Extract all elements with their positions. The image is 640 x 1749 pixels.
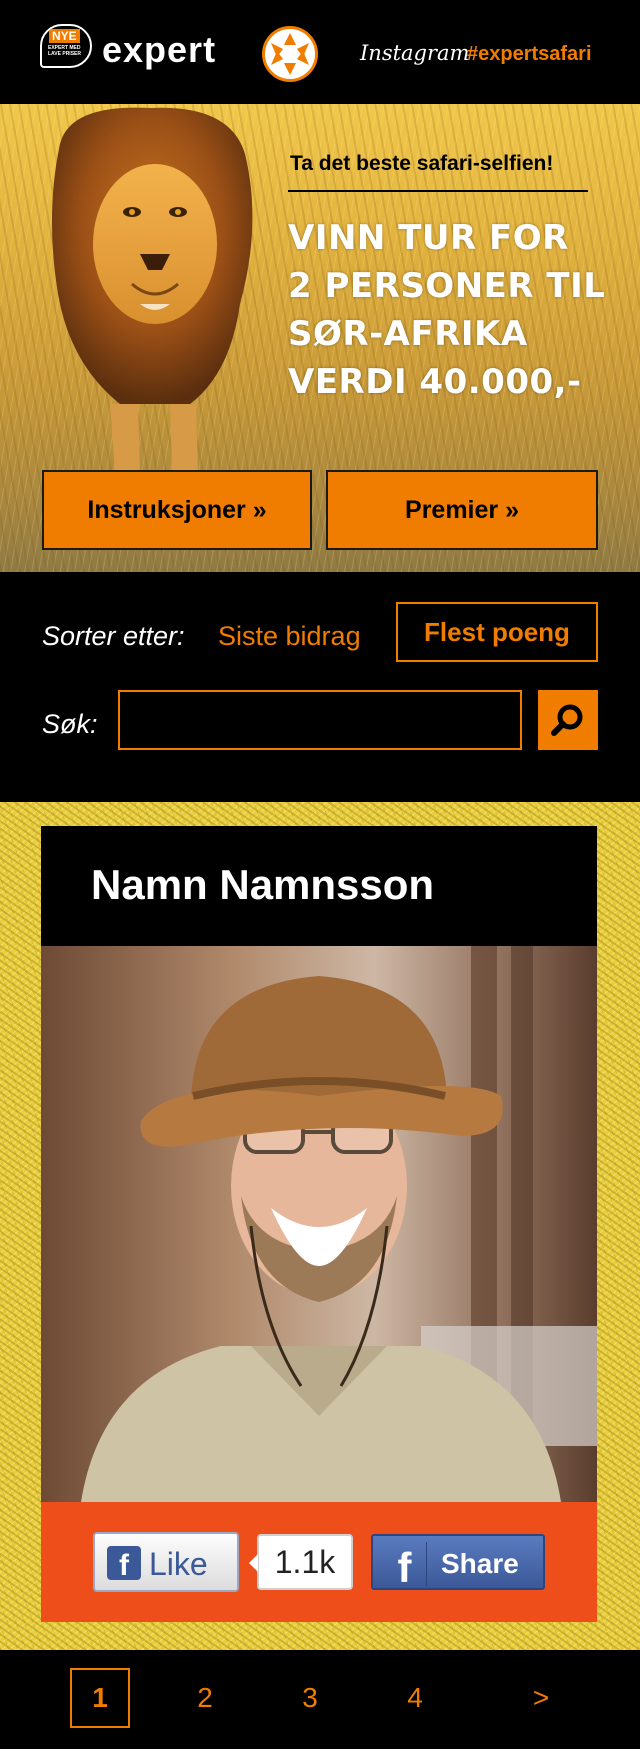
sort-most-points-option[interactable]: Flest poeng <box>396 602 598 662</box>
facebook-share-button[interactable]: f Share <box>371 1534 545 1591</box>
sort-label: Sorter etter: <box>42 621 185 651</box>
entry-author-name: Namn Namnsson <box>91 861 435 908</box>
share-label: Share <box>441 1548 519 1579</box>
entries-section: Namn Namnsson f Like 1.1k f Share <box>0 802 640 1650</box>
hero-banner: Ta det beste safari-selfien! VINN TUR FO… <box>0 104 640 572</box>
instructions-button[interactable]: Instruksjoner » <box>42 470 312 550</box>
search-button[interactable] <box>538 690 598 750</box>
social-share-bar: f Like 1.1k f Share <box>41 1502 597 1622</box>
prizes-button[interactable]: Premier » <box>326 470 598 550</box>
search-label: Søk: <box>42 709 98 739</box>
headline-line-3: SØR-AFRIKA <box>288 314 528 354</box>
page-3[interactable]: 3 <box>280 1668 340 1728</box>
entry-photo[interactable] <box>41 946 597 1502</box>
search-icon <box>551 704 583 736</box>
next-page-link[interactable]: > <box>511 1668 571 1728</box>
nye-badge: NYE EXPERT MED LAVE PRISER <box>40 24 92 68</box>
badge-tagline: EXPERT MED LAVE PRISER <box>48 45 81 57</box>
pagination: 1 2 3 4 > <box>0 1650 640 1749</box>
selfie-photo-illustration <box>81 946 597 1502</box>
headline-line-4: VERDI 40.000,- <box>288 362 582 402</box>
entry-card: Namn Namnsson f Like 1.1k f Share <box>41 826 597 1622</box>
badge-nye-text: NYE <box>49 29 80 43</box>
expert-logo-text[interactable]: expert <box>102 30 216 70</box>
headline-line-2: 2 PERSONER TIL <box>288 266 606 306</box>
like-label: Like <box>149 1546 208 1582</box>
lion-illustration <box>51 107 253 474</box>
hero-subtitle: Ta det beste safari-selfien! <box>290 152 554 175</box>
facebook-icon: f <box>107 1546 141 1582</box>
sort-latest-option[interactable]: Siste bidrag <box>218 620 361 652</box>
hashtag-label: #expertsafari <box>467 43 592 65</box>
hero-divider <box>288 190 588 192</box>
expert-cross-icon <box>262 26 318 82</box>
page-1[interactable]: 1 <box>70 1668 130 1728</box>
facebook-like-button[interactable]: f Like <box>93 1532 239 1592</box>
hero-headline: VINN TUR FOR 2 PERSONER TIL SØR-AFRIKA V… <box>288 214 628 406</box>
headline-line-1: VINN TUR FOR <box>288 218 569 258</box>
like-count: 1.1k <box>249 1534 353 1590</box>
instagram-wordmark: Instagram <box>360 41 470 65</box>
page-4[interactable]: 4 <box>385 1668 445 1728</box>
site-header: NYE EXPERT MED LAVE PRISER expert Instag… <box>0 0 640 104</box>
facebook-share-icon: f <box>383 1542 427 1591</box>
page-2[interactable]: 2 <box>175 1668 235 1728</box>
search-input[interactable] <box>118 690 522 750</box>
filter-bar: Sorter etter: Siste bidrag Flest poeng S… <box>0 572 640 802</box>
